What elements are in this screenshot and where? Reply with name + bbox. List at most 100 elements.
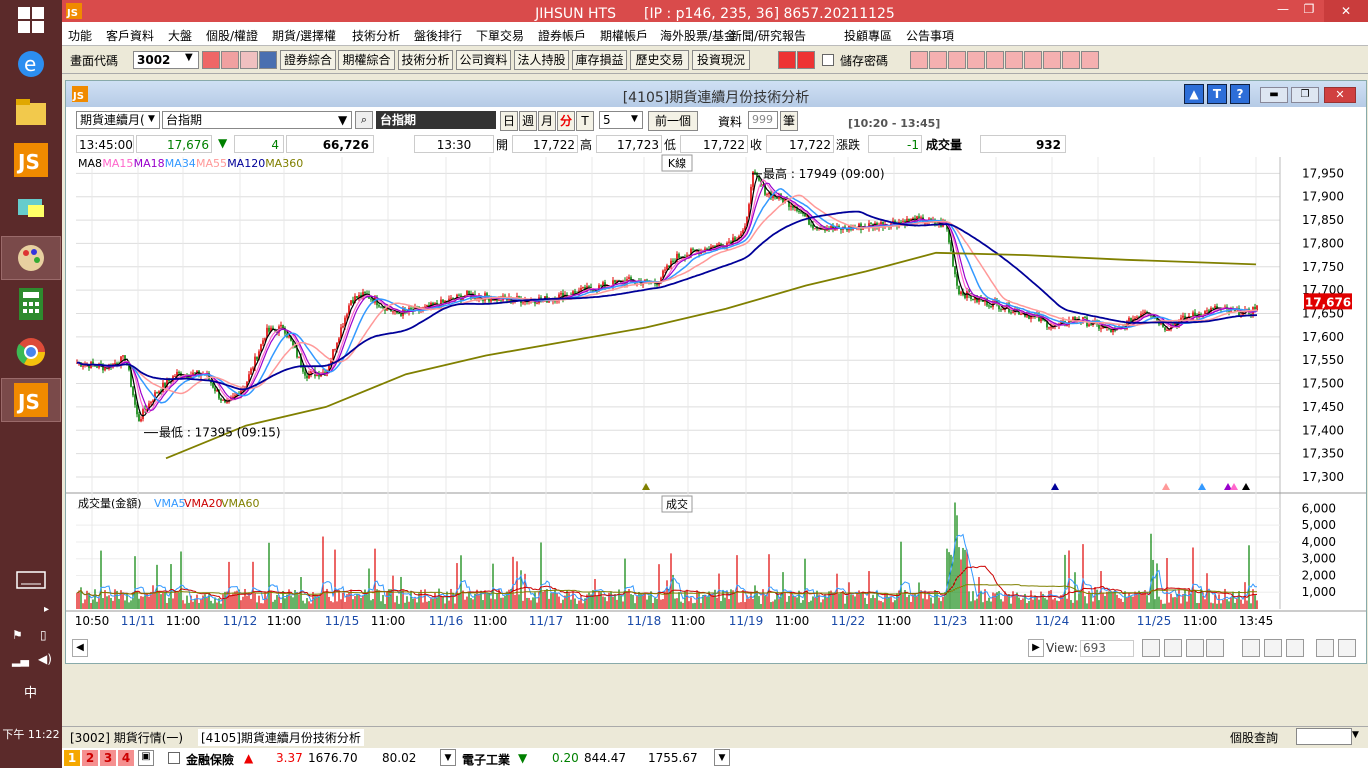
menu-item-11[interactable]: 新聞/研究報告 (730, 27, 806, 44)
paint-icon[interactable] (1, 236, 61, 280)
desktop-icon[interactable] (11, 188, 51, 228)
price-volume-chart[interactable]: 17,95017,90017,85017,80017,75017,70017,6… (66, 153, 1366, 627)
text-icon[interactable] (986, 51, 1004, 69)
menu-item-1[interactable]: 客戶資料 (106, 27, 154, 44)
eraser-icon[interactable] (1164, 639, 1182, 657)
toolbar-button-5[interactable]: 庫存損益 (572, 50, 627, 70)
period-tick-button[interactable]: T (576, 111, 594, 131)
printer-icon[interactable] (1081, 51, 1099, 69)
chrome-icon[interactable] (11, 332, 51, 372)
forward-icon[interactable] (797, 51, 815, 69)
jihsun-app-active-icon[interactable]: JS (1, 378, 61, 422)
move-up-icon[interactable]: ▲ (1184, 84, 1204, 104)
tab-3002[interactable]: [3002] 期貨行情(一) (70, 729, 183, 746)
window-icon[interactable] (221, 51, 239, 69)
page-1-button[interactable]: 1 (64, 750, 80, 766)
chevron-down-icon[interactable]: ▼ (714, 749, 730, 766)
period-month-button[interactable]: 月 (538, 111, 556, 131)
page-3-button[interactable]: 3 (100, 750, 116, 766)
edit-icon[interactable] (1005, 51, 1023, 69)
search-icon[interactable] (202, 51, 220, 69)
copy-icon[interactable] (1264, 639, 1282, 657)
period-day-button[interactable]: 日 (500, 111, 518, 131)
gear-icon[interactable] (1338, 639, 1356, 657)
export-icon[interactable] (1286, 639, 1304, 657)
tag-icon[interactable] (967, 51, 985, 69)
menu-item-4[interactable]: 期貨/選擇權 (272, 27, 336, 44)
expand-tray-icon[interactable]: ▸ (44, 604, 49, 615)
clock[interactable]: 下午 11:22 (0, 726, 62, 742)
toolbar-button-4[interactable]: 法人持股 (514, 50, 569, 70)
chevron-down-icon[interactable]: ▼ (338, 113, 347, 127)
menu-item-2[interactable]: 大盤 (168, 27, 192, 44)
signal-icon[interactable]: ▂▄ (12, 654, 29, 667)
refresh-icon[interactable] (1206, 639, 1224, 657)
page-4-button[interactable]: 4 (118, 750, 134, 766)
jihsun-app-icon[interactable]: JS (11, 140, 51, 180)
menu-item-6[interactable]: 盤後排行 (414, 27, 462, 44)
chevron-down-icon[interactable]: ▼ (1352, 730, 1359, 740)
chevron-down-icon[interactable]: ▼ (148, 114, 155, 124)
settings-icon[interactable] (1043, 51, 1061, 69)
data-count-input[interactable]: 999 (748, 111, 778, 129)
volume-icon[interactable]: ◀) (38, 652, 52, 666)
menu-item-7[interactable]: 下單交易 (476, 27, 524, 44)
toolbar-button-2[interactable]: 技術分析 (398, 50, 453, 70)
menu-item-12[interactable]: 投顧專區 (844, 27, 892, 44)
scroll-left-button[interactable]: ◀ (72, 639, 88, 657)
tools2-icon[interactable] (1062, 51, 1080, 69)
print-icon[interactable] (948, 51, 966, 69)
stock-query-input[interactable] (1296, 728, 1352, 745)
help-button[interactable]: ? (1230, 84, 1250, 104)
battery-icon[interactable]: ▯ (40, 628, 47, 642)
period-week-button[interactable]: 週 (519, 111, 537, 131)
toolbar-button-6[interactable]: 歷史交易 (630, 50, 689, 70)
pen-icon[interactable] (1316, 639, 1334, 657)
menu-item-8[interactable]: 證券帳戶 (538, 27, 586, 44)
menu-item-10[interactable]: 海外股票/基金 (660, 27, 736, 44)
draw-line-icon[interactable] (1142, 639, 1160, 657)
chevron-down-icon[interactable]: ▼ (440, 749, 456, 766)
menu-item-3[interactable]: 個股/權證 (206, 27, 258, 44)
internet-explorer-icon[interactable]: e (11, 44, 51, 84)
zoom-icon[interactable] (1186, 639, 1204, 657)
data-count-unit-button[interactable]: 筆 (780, 111, 798, 131)
close-button[interactable]: ✕ (1324, 0, 1368, 22)
file-explorer-icon[interactable] (11, 92, 51, 132)
draw-icon[interactable] (910, 51, 928, 69)
layout-icon[interactable] (1242, 639, 1260, 657)
tab-4105[interactable]: [4105]期貨連續月份技術分析 (198, 729, 364, 746)
period-minute-button[interactable]: 分 (557, 111, 575, 131)
page-2-button[interactable]: 2 (82, 750, 98, 766)
grid-icon[interactable] (929, 51, 947, 69)
config-icon[interactable] (1024, 51, 1042, 69)
network-flag-icon[interactable]: ⚑ (12, 628, 23, 642)
symbol-select[interactable]: 台指期 (162, 111, 352, 129)
window-close-button[interactable]: ✕ (1324, 87, 1356, 103)
calculator-icon[interactable] (11, 284, 51, 324)
tools-icon[interactable] (240, 51, 258, 69)
start-windows-icon[interactable] (11, 0, 51, 40)
lock-icon[interactable]: ▣ (138, 750, 154, 766)
menu-item-13[interactable]: 公告事項 (906, 27, 954, 44)
minimize-button[interactable]: — (1270, 2, 1296, 16)
menu-item-5[interactable]: 技術分析 (352, 27, 400, 44)
search-icon[interactable]: ⌕ (355, 111, 373, 129)
window-minimize-button[interactable]: ▬ (1260, 87, 1288, 103)
menu-item-0[interactable]: 功能 (68, 27, 92, 44)
keyboard-icon[interactable] (11, 560, 51, 600)
toolbar-button-1[interactable]: 期權綜合 (338, 50, 395, 70)
ticker-checkbox[interactable] (168, 752, 180, 764)
prev-button[interactable]: 前一個 (648, 111, 698, 131)
save-password-checkbox[interactable] (822, 54, 834, 66)
ime-indicator[interactable]: 中 (24, 682, 37, 701)
back-icon[interactable] (778, 51, 796, 69)
chevron-down-icon[interactable]: ▼ (631, 114, 638, 124)
toolbar-button-0[interactable]: 證券綜合 (280, 50, 336, 70)
maximize-button[interactable]: ❐ (1296, 2, 1322, 16)
window-restore-button[interactable]: ❐ (1291, 87, 1319, 103)
toolbar-button-7[interactable]: 投資現況 (692, 50, 750, 70)
dropdown-icon[interactable] (259, 51, 277, 69)
menu-item-9[interactable]: 期權帳戶 (600, 27, 648, 44)
view-count[interactable]: 693 (1080, 640, 1134, 657)
